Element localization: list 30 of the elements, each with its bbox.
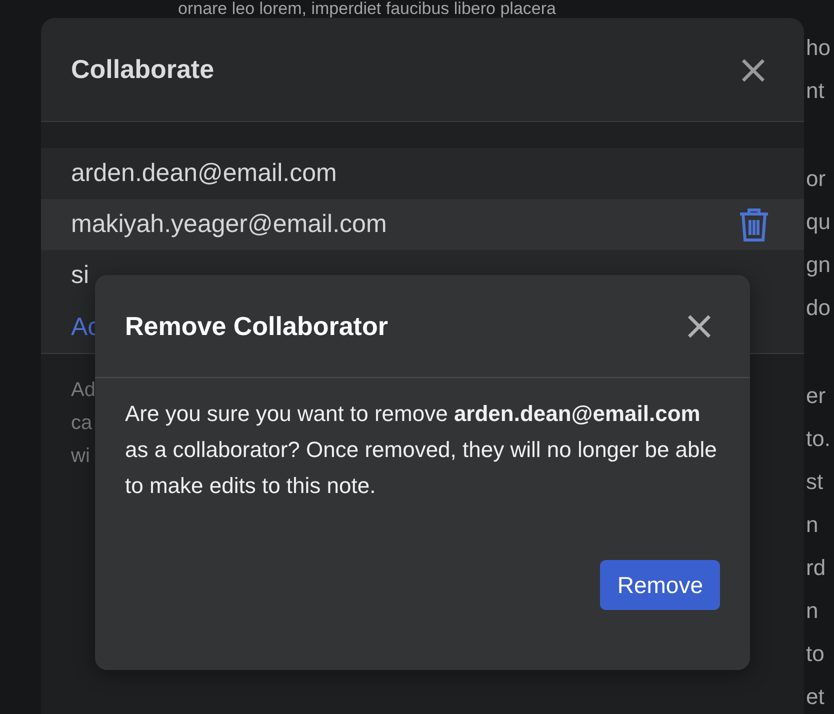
description-text: Ad (71, 378, 96, 403)
note-text: ornare leo lorem, imperdiet faucibus libero placera (178, 0, 556, 18)
note-text: st (806, 468, 824, 496)
note-text: qu (806, 208, 830, 236)
note-text: to. (806, 425, 830, 453)
close-button[interactable]: × (678, 306, 720, 346)
note-text: rd (806, 554, 826, 582)
collaborator-email: si (71, 261, 90, 290)
trash-icon[interactable] (738, 206, 770, 242)
note-text: or (806, 165, 826, 193)
description-text: ca (71, 411, 92, 436)
note-text: gn (806, 251, 830, 279)
note-text: er (806, 382, 826, 410)
collaborator-email: arden.dean@email.com (71, 159, 337, 188)
dialog-title: Collaborate (71, 54, 214, 85)
collaborator-row[interactable]: makiyah.yeager@email.com (41, 199, 804, 250)
remove-button[interactable]: Remove (600, 560, 720, 610)
collaborator-email: makiyah.yeager@email.com (71, 210, 387, 239)
note-text: n (806, 597, 818, 625)
note-text: n (806, 511, 818, 539)
note-text: do (806, 294, 830, 322)
collaborator-row[interactable]: arden.dean@email.com (41, 148, 804, 199)
close-button[interactable]: × (732, 50, 774, 90)
note-text: ho (806, 34, 830, 62)
note-text: et (806, 683, 824, 711)
note-text: nt (806, 77, 824, 105)
description-text: wi (71, 444, 90, 469)
note-text: to (806, 640, 824, 668)
confirmation-message: Are you sure you want to remove arden.dean@email.com as a collaborator? Once removed, they will no longer be able to make edits to this note. (125, 400, 718, 500)
dialog-title: Remove Collaborator (125, 310, 388, 342)
